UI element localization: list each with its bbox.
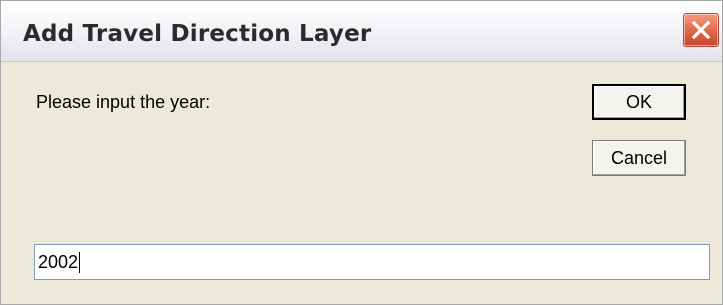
close-icon (691, 20, 711, 40)
ok-button[interactable]: OK (592, 84, 686, 120)
dialog-body: Please input the year: OK Cancel 2002 (1, 62, 722, 304)
prompt-label: Please input the year: (36, 92, 211, 112)
dialog-window: Add Travel Direction Layer Please input … (0, 0, 723, 305)
year-input[interactable]: 2002 (34, 244, 710, 280)
year-input-value: 2002 (38, 251, 79, 272)
title-bar[interactable]: Add Travel Direction Layer (1, 1, 722, 62)
window-title: Add Travel Direction Layer (23, 21, 372, 47)
close-button[interactable] (683, 13, 719, 47)
text-caret (79, 251, 81, 273)
cancel-button[interactable]: Cancel (592, 140, 686, 176)
